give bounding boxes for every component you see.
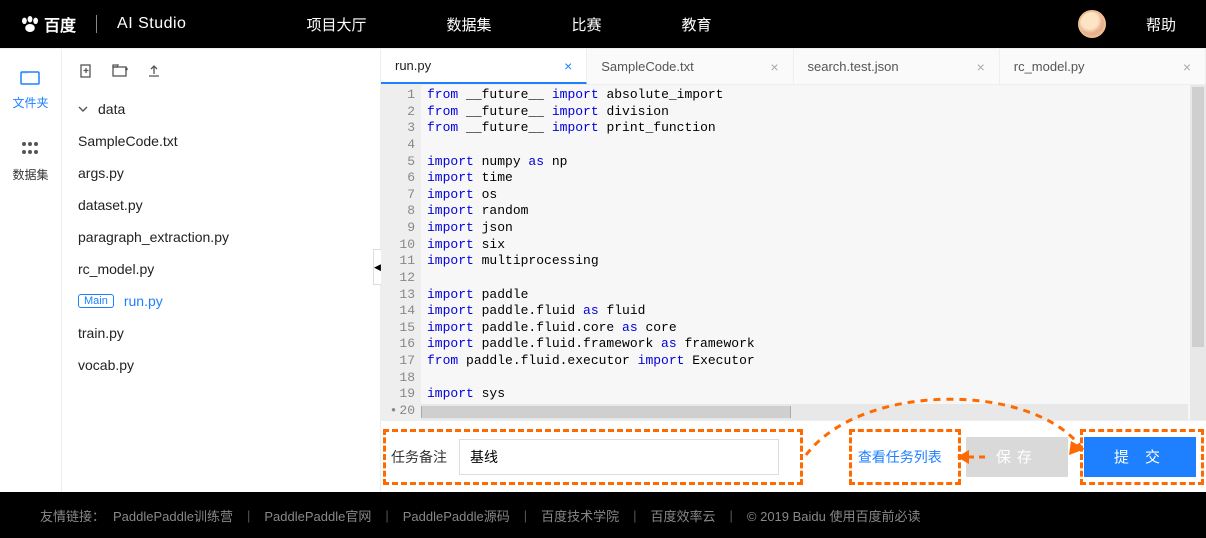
rail-item-datasets[interactable]: 数据集 (12, 141, 48, 183)
file-train[interactable]: train.py (78, 317, 364, 349)
left-rail: 文件夹 数据集 (0, 49, 62, 492)
hscroll-thumb[interactable] (421, 406, 791, 418)
bottom-bar: 任务备注 查看任务列表 保存 提 交 (381, 420, 1206, 492)
line-gutter: 123456789101112131415161718192021222324 (381, 85, 421, 420)
top-nav: 百度 AI Studio 项目大厅 数据集 比赛 教育 帮助 (0, 0, 1206, 48)
nav-item-competition[interactable]: 比赛 (571, 14, 601, 35)
tab-run[interactable]: run.py× (381, 49, 587, 84)
save-button[interactable]: 保存 (966, 437, 1068, 477)
footer-link-1[interactable]: PaddlePaddle官网 (264, 506, 371, 525)
remark-input[interactable] (459, 439, 779, 475)
baidu-text: 百度 (44, 12, 76, 36)
footer-link-3[interactable]: 百度技术学院 (541, 506, 619, 525)
remark-label: 任务备注 (391, 447, 447, 467)
collapse-handle[interactable]: ◀ (373, 249, 381, 285)
main-area: 文件夹 数据集 data SampleCode.txt args.py data… (0, 48, 1206, 492)
tab-search-test[interactable]: search.test.json× (794, 49, 1000, 84)
rail-label-files: 文件夹 (12, 94, 48, 111)
file-paragraph-extraction[interactable]: paragraph_extraction.py (78, 221, 364, 253)
file-args[interactable]: args.py (78, 157, 364, 189)
file-toolbar (62, 63, 380, 93)
upload-icon[interactable] (146, 63, 162, 79)
nav-items: 项目大厅 数据集 比赛 教育 (306, 14, 1078, 35)
new-folder-icon[interactable] (112, 63, 128, 79)
nav-item-datasets[interactable]: 数据集 (446, 14, 491, 35)
baidu-logo[interactable]: 百度 (20, 12, 76, 36)
code-body[interactable]: from __future__ import absolute_import f… (421, 85, 1206, 420)
vertical-scrollbar[interactable] (1190, 85, 1206, 420)
close-icon[interactable]: × (564, 58, 572, 74)
close-icon[interactable]: × (770, 59, 778, 75)
horizontal-scrollbar[interactable] (421, 404, 1188, 420)
ai-studio-text: AI Studio (117, 15, 186, 33)
tab-bar: run.py× SampleCode.txt× search.test.json… (381, 49, 1206, 85)
paw-icon (20, 16, 40, 32)
tab-rc-model[interactable]: rc_model.py× (1000, 49, 1206, 84)
avatar[interactable] (1078, 10, 1106, 38)
file-run[interactable]: Main run.py (78, 285, 364, 317)
footer-link-2[interactable]: PaddlePaddle源码 (403, 506, 510, 525)
remark-group: 任务备注 (391, 439, 834, 475)
folder-icon (20, 69, 40, 88)
tab-samplecode[interactable]: SampleCode.txt× (587, 49, 793, 84)
footer: 友情链接： PaddlePaddle训练营| PaddlePaddle官网| P… (0, 492, 1206, 538)
folder-name: data (98, 101, 125, 117)
rail-item-files[interactable]: 文件夹 (12, 69, 48, 111)
dataset-icon (21, 141, 39, 160)
submit-button[interactable]: 提 交 (1084, 437, 1196, 477)
file-samplecode[interactable]: SampleCode.txt (78, 125, 364, 157)
main-badge: Main (78, 294, 114, 308)
footer-link-0[interactable]: PaddlePaddle训练营 (113, 506, 233, 525)
file-list: data SampleCode.txt args.py dataset.py p… (62, 93, 380, 381)
file-dataset[interactable]: dataset.py (78, 189, 364, 221)
vscroll-thumb[interactable] (1192, 87, 1204, 347)
main-file-name: run.py (124, 293, 163, 309)
close-icon[interactable]: × (1183, 59, 1191, 75)
file-panel: data SampleCode.txt args.py dataset.py p… (62, 49, 380, 492)
logo-area: 百度 AI Studio (20, 12, 186, 36)
footer-link-4[interactable]: 百度效率云 (651, 506, 716, 525)
close-icon[interactable]: × (977, 59, 985, 75)
new-file-icon[interactable] (78, 63, 94, 79)
nav-item-projects[interactable]: 项目大厅 (306, 14, 366, 35)
logo-divider (96, 15, 97, 33)
folder-data[interactable]: data (78, 93, 364, 125)
nav-right: 帮助 (1078, 10, 1176, 38)
rail-label-datasets: 数据集 (12, 166, 48, 183)
code-area[interactable]: 123456789101112131415161718192021222324 … (381, 85, 1206, 420)
footer-prefix: 友情链接： (40, 506, 105, 525)
footer-copyright: © 2019 Baidu 使用百度前必读 (747, 506, 921, 525)
editor-area: ◀ run.py× SampleCode.txt× search.test.js… (380, 49, 1206, 492)
nav-item-education[interactable]: 教育 (682, 14, 712, 35)
file-vocab[interactable]: vocab.py (78, 349, 364, 381)
chevron-down-icon (78, 101, 88, 117)
file-rc-model[interactable]: rc_model.py (78, 253, 364, 285)
view-tasks-link[interactable]: 查看任务列表 (850, 447, 950, 467)
nav-help[interactable]: 帮助 (1146, 14, 1176, 35)
